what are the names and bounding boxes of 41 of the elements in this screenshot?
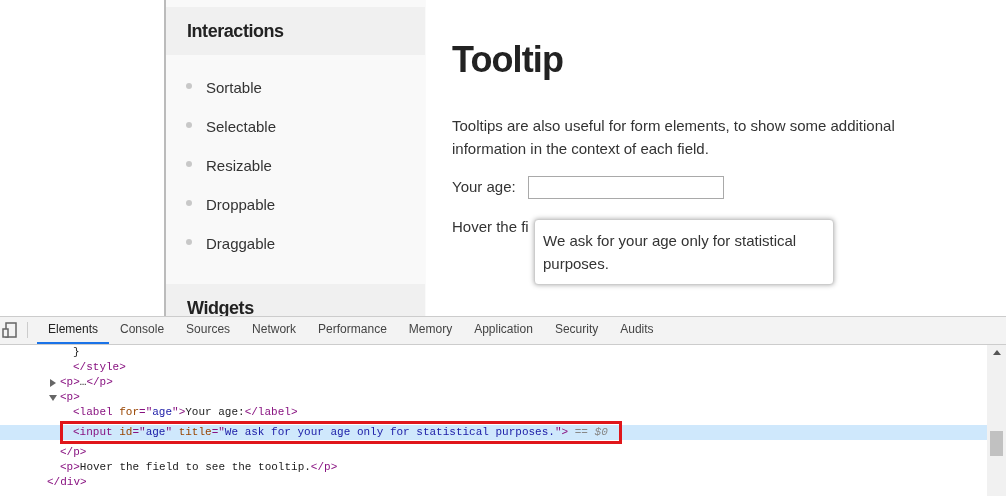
- code-line: </p>: [60, 446, 87, 458]
- sidebar-link[interactable]: Droppable: [206, 194, 276, 217]
- dom-node-row[interactable]: <input id="age" title="We ask for your age only for statistical purposes."> == $0: [0, 425, 987, 440]
- scroll-up-icon[interactable]: [992, 350, 1001, 355]
- devtools-tab[interactable]: Sources: [175, 316, 242, 344]
- devtools-tab[interactable]: Audits: [609, 316, 665, 344]
- code-line: </div>: [47, 476, 87, 488]
- page-title: Tooltip: [452, 38, 564, 82]
- tooltip: We ask for your age only for statistical purposes.: [534, 219, 834, 285]
- bullet-icon: [186, 82, 192, 89]
- scrollbar-thumb[interactable]: [990, 431, 1003, 456]
- code-line: <p>…</p>: [60, 376, 113, 388]
- device-toggle-icon[interactable]: [2, 322, 18, 338]
- bullet-icon: [186, 199, 192, 206]
- code-line: <p>Hover the field to see the tooltip.</p>: [60, 461, 338, 473]
- code-line: <label for="age">Your age:</label>: [73, 406, 298, 418]
- intro-paragraph: Tooltips are also useful for form elements, to show some additional information in the context of each field.: [452, 116, 896, 159]
- bullet-icon: [186, 238, 192, 245]
- code-line: </style>: [73, 361, 126, 373]
- code-line: <p>: [60, 391, 80, 403]
- sidebar-link[interactable]: Sortable: [206, 77, 262, 100]
- scrollbar[interactable]: [987, 345, 1006, 496]
- bullet-icon: [186, 160, 192, 167]
- field-label: Your age:: [452, 177, 516, 198]
- hint-text: Hover the fi: [452, 217, 530, 237]
- code-line: <input id="age" title="We ask for your age only for statistical purposes."> == $0: [73, 426, 608, 438]
- devtools-tab[interactable]: Performance: [307, 316, 398, 344]
- sidebar-link[interactable]: Resizable: [206, 155, 272, 178]
- devtools-tab[interactable]: Memory: [397, 316, 464, 344]
- dom-node-row[interactable]: </p>: [0, 445, 987, 460]
- bullet-icon: [186, 121, 192, 128]
- devtools-tab[interactable]: Console: [109, 316, 176, 344]
- age-input-field[interactable]: [527, 176, 724, 199]
- sidebar-link[interactable]: Draggable: [206, 233, 276, 256]
- devtools-tab[interactable]: Security: [543, 316, 610, 344]
- devtools-tab[interactable]: Network: [241, 316, 308, 344]
- sidebar-link[interactable]: Selectable: [206, 116, 277, 139]
- sidebar-section-title: Interactions: [187, 19, 284, 43]
- dom-node-row[interactable]: </div>: [0, 475, 987, 490]
- code-line: }: [73, 346, 80, 358]
- devtools-tab[interactable]: Application: [463, 316, 544, 344]
